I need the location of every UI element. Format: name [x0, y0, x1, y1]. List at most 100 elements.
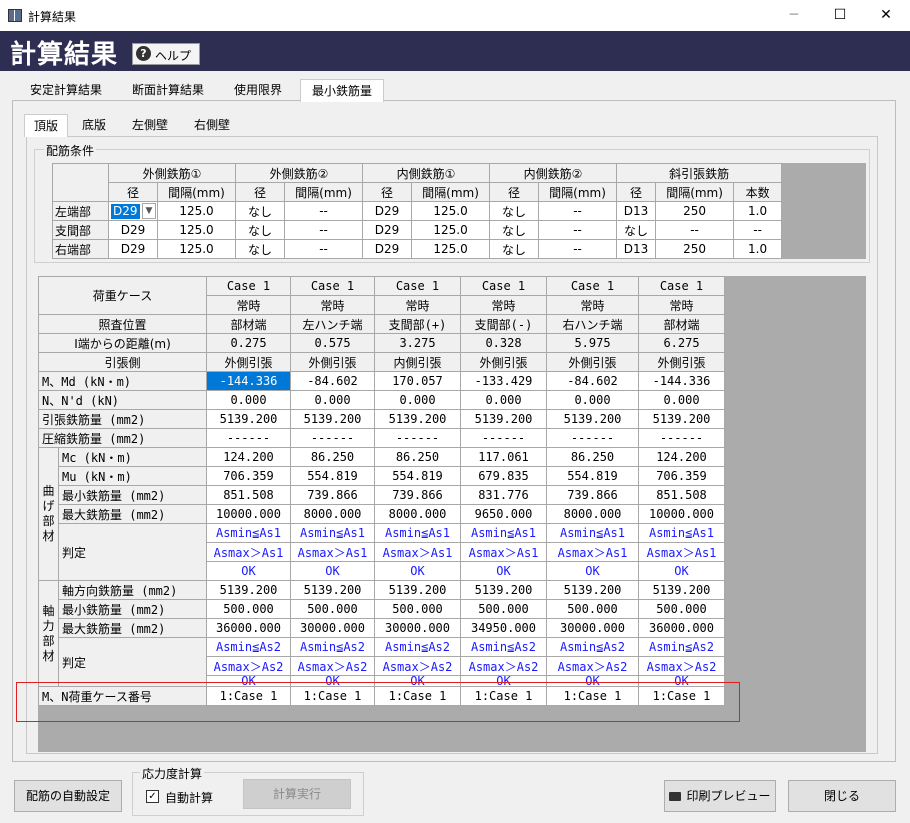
rebar-cell[interactable]: 125.0 — [156, 201, 237, 221]
result-cell[interactable]: 8000.000 — [374, 504, 461, 524]
maximize-button[interactable]: ☐ — [817, 0, 863, 31]
result-cell[interactable]: 739.866 — [546, 485, 639, 505]
judgement-cell[interactable]: Asmax＞As1 — [374, 542, 461, 562]
judgement-cell[interactable]: Asmin≦As2 — [290, 637, 375, 657]
result-cell[interactable]: ------ — [638, 428, 725, 448]
result-cell[interactable]: 851.508 — [638, 485, 725, 505]
judgement-cell[interactable]: Asmin≦As2 — [546, 637, 639, 657]
result-cell[interactable]: 5139.200 — [546, 409, 639, 429]
result-cell[interactable]: 679.835 — [460, 466, 547, 486]
judgement-ok-cell[interactable]: OK — [290, 561, 375, 581]
rebar-cell[interactable]: D29 — [362, 239, 413, 259]
result-cell[interactable]: 5139.200 — [206, 580, 291, 600]
rebar-cell[interactable]: D13 — [616, 239, 657, 259]
result-cell[interactable]: 8000.000 — [546, 504, 639, 524]
rebar-cell[interactable]: -- — [538, 239, 618, 259]
tab-section[interactable]: 断面計算結果 — [118, 79, 218, 101]
rebar-cell[interactable]: なし — [489, 220, 540, 240]
result-cell[interactable]: 124.200 — [638, 447, 725, 467]
result-cell[interactable]: 500.000 — [374, 599, 461, 619]
judgement-cell[interactable]: Asmax＞As2 — [460, 656, 547, 676]
result-cell[interactable]: 0.000 — [638, 390, 725, 410]
rebar-cell[interactable]: 1.0 — [733, 239, 783, 259]
result-cell[interactable]: 5139.200 — [206, 409, 291, 429]
judgement-ok-cell[interactable]: OK — [638, 561, 725, 581]
result-cell[interactable]: 30000.000 — [546, 618, 639, 638]
tab-serviceability[interactable]: 使用限界 — [220, 79, 296, 101]
result-cell[interactable]: 10000.000 — [206, 504, 291, 524]
result-cell[interactable]: ------ — [374, 428, 461, 448]
rebar-cell[interactable]: 125.0 — [411, 220, 491, 240]
chevron-down-icon[interactable]: ▼ — [142, 203, 156, 219]
result-cell[interactable]: 10000.000 — [638, 504, 725, 524]
dia-combobox[interactable]: D29 ▼ — [108, 201, 158, 221]
help-button[interactable]: ? ヘルプ — [132, 43, 200, 65]
result-cell[interactable]: 0.000 — [374, 390, 461, 410]
rebar-cell[interactable]: D29 — [362, 201, 413, 221]
result-cell[interactable]: ------ — [206, 428, 291, 448]
rebar-cell[interactable]: 125.0 — [411, 239, 491, 259]
result-cell[interactable]: -144.336 — [206, 371, 291, 391]
judgement-cell[interactable]: Asmax＞As1 — [638, 542, 725, 562]
auto-calc-checkbox[interactable]: ✓ — [146, 790, 159, 803]
result-cell[interactable]: 117.061 — [460, 447, 547, 467]
rebar-cell[interactable]: D29 — [108, 239, 158, 259]
rebar-cell[interactable]: 125.0 — [156, 220, 237, 240]
judgement-cell[interactable]: Asmax＞As1 — [206, 542, 291, 562]
result-cell[interactable]: 36000.000 — [638, 618, 725, 638]
rebar-cell[interactable]: なし — [235, 201, 286, 221]
close-window-button[interactable]: ✕ — [863, 0, 909, 31]
judgement-cell[interactable]: Asmax＞As1 — [460, 542, 547, 562]
rebar-cell[interactable]: D29 — [362, 220, 413, 240]
result-cell[interactable]: -144.336 — [638, 371, 725, 391]
result-cell[interactable]: 30000.000 — [290, 618, 375, 638]
result-cell[interactable]: 500.000 — [290, 599, 375, 619]
judgement-ok-cell[interactable]: OK — [546, 561, 639, 581]
result-cell[interactable]: 9650.000 — [460, 504, 547, 524]
result-cell[interactable]: 5139.200 — [374, 580, 461, 600]
result-cell[interactable]: 500.000 — [460, 599, 547, 619]
judgement-ok-cell[interactable]: OK — [374, 561, 461, 581]
result-cell[interactable]: 34950.000 — [460, 618, 547, 638]
rebar-cell[interactable]: なし — [235, 239, 286, 259]
result-cell[interactable]: 0.000 — [546, 390, 639, 410]
result-cell[interactable]: 170.057 — [374, 371, 461, 391]
result-cell[interactable]: 86.250 — [374, 447, 461, 467]
judgement-cell[interactable]: Asmax＞As1 — [290, 542, 375, 562]
judgement-cell[interactable]: Asmax＞As2 — [374, 656, 461, 676]
judgement-cell[interactable]: Asmin≦As2 — [374, 637, 461, 657]
result-cell[interactable]: 739.866 — [290, 485, 375, 505]
tab-bottom-slab[interactable]: 底版 — [72, 114, 116, 136]
result-cell[interactable]: 5139.200 — [374, 409, 461, 429]
result-cell[interactable]: 500.000 — [206, 599, 291, 619]
tab-stability[interactable]: 安定計算結果 — [16, 79, 116, 101]
judgement-cell[interactable]: Asmax＞As2 — [546, 656, 639, 676]
result-cell[interactable]: 5139.200 — [638, 580, 725, 600]
result-cell[interactable]: 500.000 — [546, 599, 639, 619]
result-cell[interactable]: 739.866 — [374, 485, 461, 505]
rebar-cell[interactable]: -- — [655, 220, 735, 240]
result-cell[interactable]: 5139.200 — [290, 409, 375, 429]
result-cell[interactable]: 124.200 — [206, 447, 291, 467]
result-cell[interactable]: 5139.200 — [546, 580, 639, 600]
result-cell[interactable]: ------ — [546, 428, 639, 448]
rebar-cell[interactable]: なし — [616, 220, 657, 240]
print-preview-button[interactable]: 印刷プレビュー — [664, 780, 776, 812]
result-cell[interactable]: 5139.200 — [290, 580, 375, 600]
judgement-cell[interactable]: Asmin≦As2 — [638, 637, 725, 657]
judgement-cell[interactable]: Asmin≦As1 — [206, 523, 291, 543]
judgement-cell[interactable]: Asmin≦As1 — [290, 523, 375, 543]
rebar-cell[interactable]: 250 — [655, 239, 735, 259]
minimize-button[interactable]: ─ — [771, 0, 817, 31]
judgement-cell[interactable]: Asmin≦As1 — [374, 523, 461, 543]
result-cell[interactable]: 706.359 — [638, 466, 725, 486]
rebar-cell[interactable]: 1.0 — [733, 201, 783, 221]
judgement-cell[interactable]: Asmax＞As1 — [546, 542, 639, 562]
close-button[interactable]: 閉じる — [788, 780, 896, 812]
result-cell[interactable]: 831.776 — [460, 485, 547, 505]
result-cell[interactable]: 30000.000 — [374, 618, 461, 638]
rebar-cell[interactable]: なし — [489, 201, 540, 221]
result-cell[interactable]: 0.000 — [460, 390, 547, 410]
tab-top-slab[interactable]: 頂版 — [24, 114, 68, 137]
result-cell[interactable]: 0.000 — [206, 390, 291, 410]
